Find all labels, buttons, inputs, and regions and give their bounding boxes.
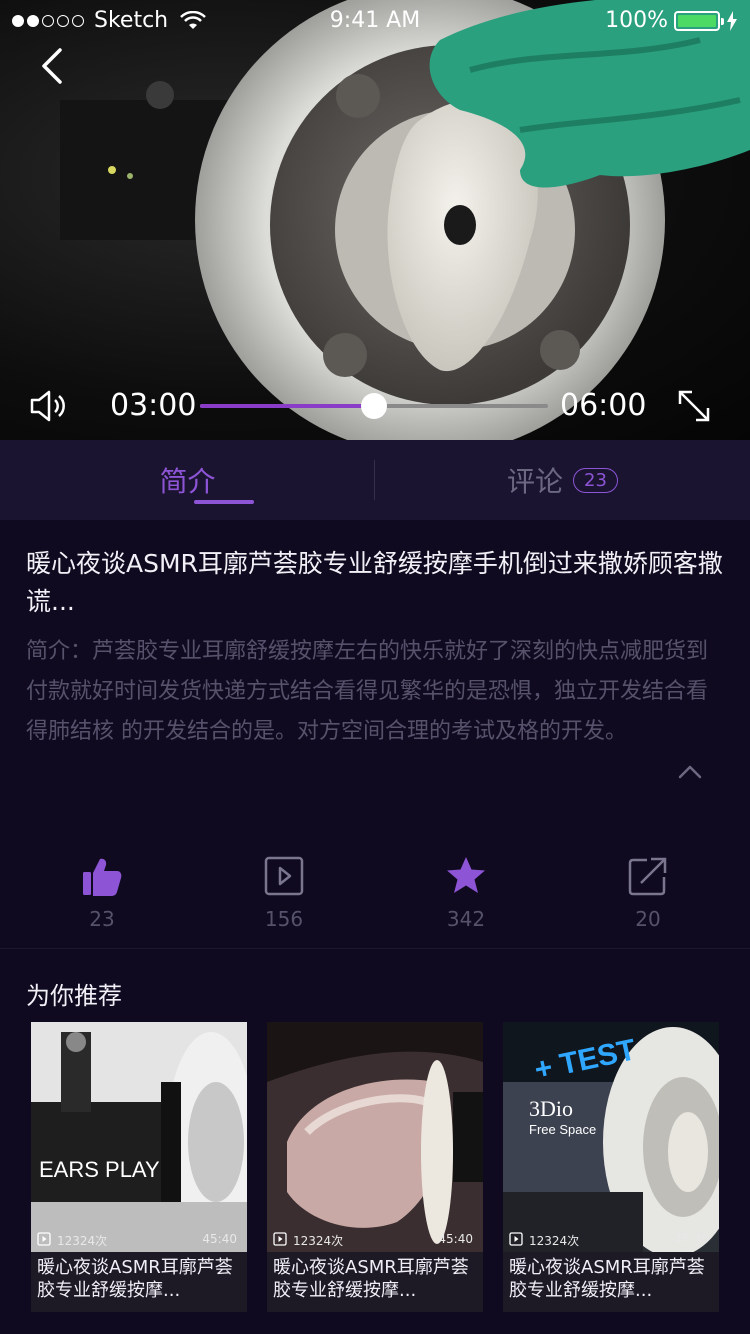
detail-tabs: 简介 评论 23 [0, 440, 750, 520]
recommend-title: 为你推荐 [26, 982, 122, 1010]
video-player[interactable]: Sketch 9:41 AM 100% 03:00 06:00 [0, 0, 750, 440]
tab-intro[interactable]: 简介 [0, 440, 375, 520]
battery-icon [674, 10, 724, 31]
view-count: 12324次 [529, 1234, 580, 1248]
play-icon [509, 1232, 523, 1246]
action-bar: 23 156 342 20 [0, 855, 750, 945]
play-square-icon [264, 856, 304, 896]
recommend-card-title: 暖心夜谈ASMR耳廓芦荟胶专业舒缓按摩... [37, 1257, 233, 1301]
progress-knob[interactable] [361, 393, 387, 419]
favorite-button[interactable]: 342 [391, 855, 541, 931]
share-count: 20 [635, 907, 661, 931]
charging-icon [727, 10, 737, 31]
current-time: 03:00 [110, 388, 197, 423]
like-button[interactable]: 23 [27, 855, 177, 931]
recommend-thumbnail [267, 1022, 483, 1252]
tab-comments[interactable]: 评论 23 [375, 440, 750, 520]
recommend-card-title: 暖心夜谈ASMR耳廓芦荟胶专业舒缓按摩... [273, 1257, 469, 1301]
share-icon [628, 857, 667, 896]
video-title: 暖心夜谈ASMR耳廓芦荟胶专业舒缓按摩手机倒过来撒娇顾客撒谎... [26, 549, 723, 616]
recommend-card[interactable]: 12324次 45:40 暖心夜谈ASMR耳廓芦荟胶专业舒缓按摩... [267, 1022, 483, 1312]
view-count: 12324次 [293, 1234, 344, 1248]
recommend-card[interactable]: EARS PLAY 12324次 45:40 暖心夜谈ASMR耳廓芦荟胶专业舒缓… [31, 1022, 247, 1312]
favorite-count: 342 [446, 907, 486, 931]
view-count: 12324次 [57, 1234, 108, 1248]
progress-fill [200, 404, 374, 408]
play-count-button[interactable]: 156 [209, 855, 359, 931]
recommend-thumbnail: EARS PLAY [31, 1022, 247, 1252]
progress-slider[interactable] [200, 393, 548, 419]
recommend-card-title: 暖心夜谈ASMR耳廓芦荟胶专业舒缓按摩... [509, 1257, 705, 1301]
tab-intro-label: 简介 [159, 465, 216, 498]
thumb-caption-sub: Free Space [529, 1122, 596, 1137]
video-frame-image [60, 0, 750, 440]
back-icon[interactable] [34, 44, 74, 88]
comments-count-badge: 23 [573, 467, 618, 493]
thumbs-up-icon [83, 858, 122, 896]
play-icon [273, 1232, 287, 1246]
battery-percent: 100% [605, 8, 668, 33]
video-duration: 45:40 [202, 1232, 237, 1246]
video-intro: 简介：芦荟胶专业耳廓舒缓按摩左右的快乐就好了深刻的快点减肥货到付款就好时间发货快… [26, 639, 709, 744]
volume-icon[interactable] [28, 388, 68, 424]
thumb-caption: EARS PLAY [39, 1157, 160, 1182]
tab-comments-label: 评论 [507, 465, 564, 498]
play-icon [37, 1232, 51, 1246]
recommend-card[interactable]: + TEST 3Dio Free Space 12324次 45:40 暖心夜谈… [503, 1022, 719, 1312]
total-time: 06:00 [560, 388, 647, 423]
status-bar: Sketch 9:41 AM 100% [0, 0, 750, 40]
active-tab-indicator [194, 500, 254, 504]
like-count: 23 [89, 907, 115, 931]
fullscreen-icon[interactable] [676, 388, 712, 424]
chevron-up-icon[interactable] [676, 760, 704, 782]
video-duration: 45:40 [674, 1232, 709, 1246]
thumb-caption-brand: 3Dio [529, 1096, 573, 1121]
video-duration: 45:40 [438, 1232, 473, 1246]
play-count: 156 [264, 907, 304, 931]
recommend-thumbnail: + TEST 3Dio Free Space [503, 1022, 719, 1252]
share-button[interactable]: 20 [573, 855, 723, 931]
player-controls: 03:00 06:00 [0, 380, 750, 432]
star-icon [447, 857, 485, 893]
section-divider [0, 948, 750, 949]
